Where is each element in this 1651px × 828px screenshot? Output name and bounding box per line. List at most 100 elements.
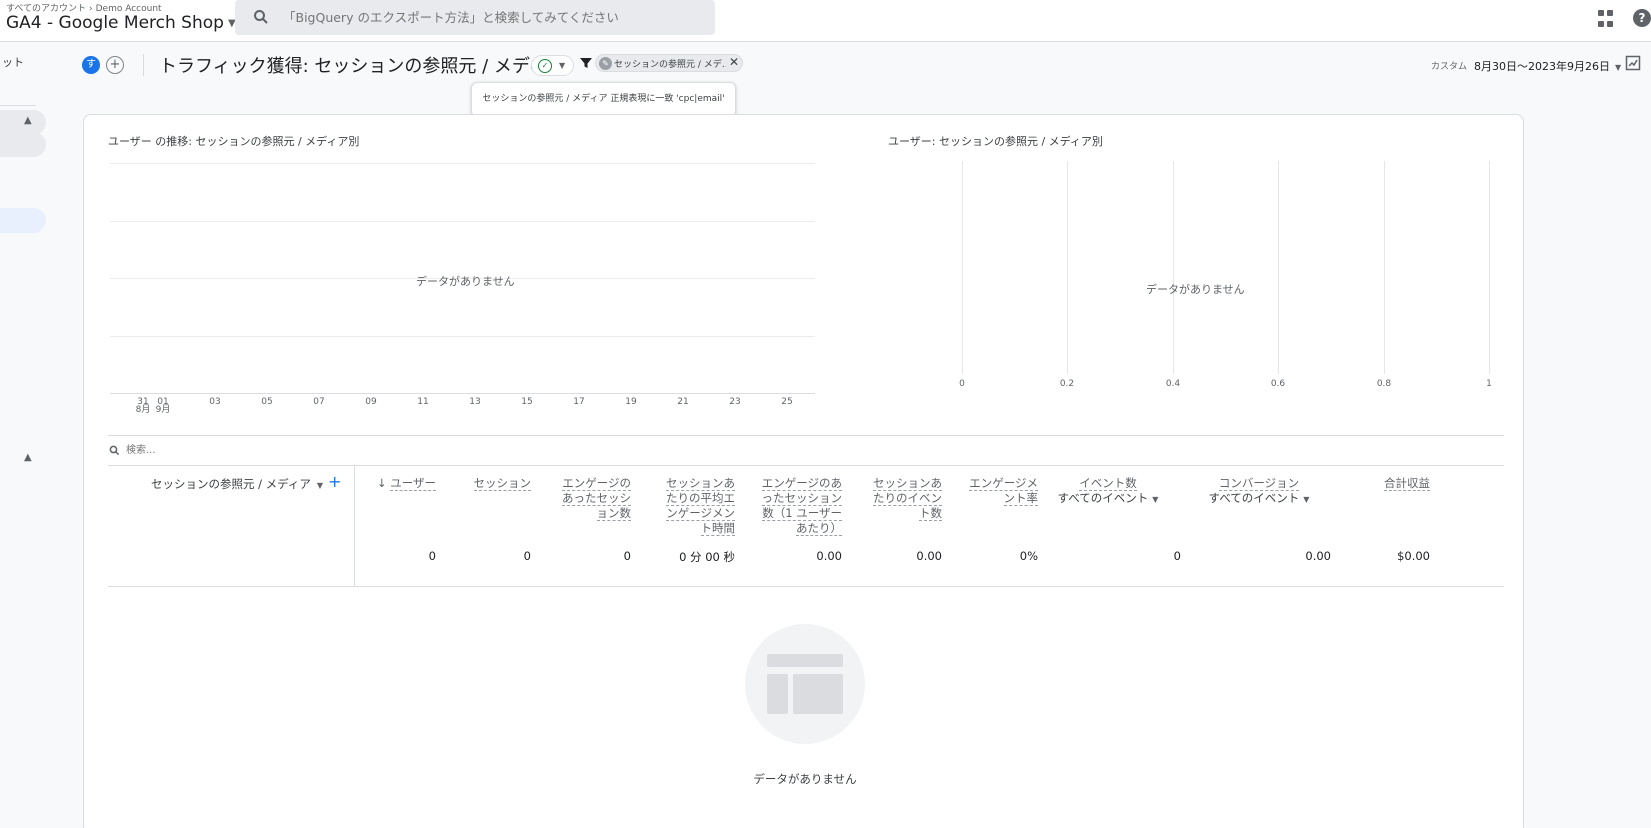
- chart-gridline: [110, 221, 815, 222]
- caret-down-icon: ▼: [1303, 495, 1310, 504]
- top-app-bar: すべてのアカウント › Demo Account GA4 - Google Merc…: [0, 0, 1651, 42]
- metric-header-event-count[interactable]: イベント数 すべてのイベント ▼: [1038, 476, 1178, 507]
- x-tick-label: 0.2: [1059, 379, 1075, 389]
- caret-down-icon: ▼: [559, 61, 566, 70]
- total-sessions: 0: [523, 549, 531, 563]
- comparison-avatar[interactable]: す: [82, 56, 100, 74]
- metric-header-engaged-sessions-per-user[interactable]: エンゲージのあ ったセッション 数（1 ユーザー あたり）: [735, 476, 842, 536]
- x-tick-label: 03: [209, 397, 221, 407]
- chart-gridline: [110, 336, 815, 337]
- filter-chip-label: セッションの参照元 / メデ…: [614, 60, 726, 70]
- x-tick-label: 07: [313, 397, 325, 407]
- search-icon: [109, 445, 120, 456]
- property-name: GA4 - Google Merch Shop: [6, 13, 224, 33]
- x-tick-label: 05: [261, 397, 273, 407]
- filter-tooltip: セッションの参照元 / メディア 正規表現に一致 'cpc|email': [471, 82, 736, 117]
- total-conversions: 0.00: [1305, 549, 1331, 563]
- date-range-value: 8月30日～2023年9月26日: [1474, 60, 1610, 73]
- metric-header-users[interactable]: ↓ ユーザー: [354, 476, 436, 491]
- x-tick-label: 19: [625, 397, 637, 407]
- customize-report-icon[interactable]: [1625, 55, 1641, 71]
- report-card: ユーザー の推移: セッションの参照元 / メディア別 データがありません 31…: [83, 114, 1524, 828]
- search-input[interactable]: [283, 0, 703, 35]
- apps-grid-icon[interactable]: [1598, 10, 1616, 28]
- check-circle-icon: ✓: [538, 59, 552, 73]
- bar-chart-gridline: [1489, 161, 1490, 374]
- chart-gridline: [110, 163, 815, 164]
- total-event-count: 0: [1173, 549, 1181, 563]
- x-tick-label: 11: [417, 397, 429, 407]
- filter-edit-icon[interactable]: ✎: [599, 57, 612, 70]
- caret-down-icon: ▼: [1615, 63, 1622, 72]
- x-tick-label: 1: [1486, 379, 1492, 389]
- metric-header-engaged-sessions[interactable]: エンゲージの あったセッシ ョン数: [531, 476, 631, 521]
- bar-chart-gridline: [962, 161, 963, 374]
- x-tick-label: 0.4: [1165, 379, 1181, 389]
- conversion-filter-selector[interactable]: すべてのイベント ▼: [1209, 491, 1310, 505]
- dimension-column-header[interactable]: セッションの参照元 / メディア ▼: [151, 476, 323, 492]
- bar-chart-title: ユーザー: セッションの参照元 / メディア別: [888, 135, 1103, 148]
- filter-icon: [580, 58, 592, 68]
- date-range-picker[interactable]: 8月30日～2023年9月26日 ▼: [1474, 58, 1621, 74]
- left-nav: ット ▲ ▲: [0, 42, 46, 828]
- total-events-per-session: 0.00: [916, 549, 942, 563]
- x-tick-label: 13: [469, 397, 481, 407]
- metric-header-conversions[interactable]: コンバージョン すべてのイベント ▼: [1184, 476, 1334, 507]
- global-search[interactable]: [235, 0, 715, 35]
- header-divider: [143, 54, 144, 76]
- chevron-up-icon: ▲: [24, 115, 32, 126]
- property-selector[interactable]: GA4 - Google Merch Shop ▼: [6, 13, 236, 33]
- x-tick-label: 0: [959, 379, 965, 389]
- total-engaged-sessions-per-user: 0.00: [816, 549, 842, 563]
- help-icon[interactable]: ?: [1633, 9, 1651, 27]
- bar-chart-gridline: [1067, 161, 1068, 374]
- x-tick-label: 0.6: [1270, 379, 1286, 389]
- metric-header-total-revenue[interactable]: 合計収益: [1334, 476, 1430, 491]
- bar-chart-gridline: [1278, 161, 1279, 374]
- add-dimension-button[interactable]: +: [328, 472, 341, 491]
- x-tick-label: 21: [677, 397, 689, 407]
- x-tick-label: 25: [781, 397, 793, 407]
- metric-header-avg-engagement-time[interactable]: セッションあ たりの平均エ ンゲージメン ト時間: [631, 476, 735, 536]
- dimension-header-label: セッションの参照元 / メディア: [151, 477, 311, 491]
- caret-down-icon: ▼: [316, 481, 324, 490]
- nav-label-fragment[interactable]: ット: [2, 54, 24, 70]
- nav-item[interactable]: [0, 132, 46, 157]
- x-tick-label: 0.8: [1376, 379, 1392, 389]
- close-icon[interactable]: ✕: [729, 55, 739, 69]
- add-comparison-icon[interactable]: +: [106, 56, 124, 74]
- total-engagement-rate: 0%: [1019, 549, 1038, 563]
- chart-axis: [110, 393, 815, 394]
- x-tick-label: 09: [365, 397, 377, 407]
- report-header: す + トラフィック獲得: セッションの参照元 / メディア ✓ ▼ ✎ セッシ…: [80, 49, 1651, 83]
- metric-header-engagement-rate[interactable]: エンゲージメ ント率: [942, 476, 1038, 506]
- chevron-up-icon[interactable]: ▲: [24, 452, 32, 463]
- filter-chip[interactable]: ✎ セッションの参照元 / メデ… ✕: [595, 54, 743, 72]
- search-icon: [254, 10, 268, 24]
- bar-chart-gridline: [1173, 161, 1174, 374]
- x-tick-label: 17: [573, 397, 585, 407]
- nav-divider: [0, 105, 36, 106]
- total-engaged-sessions: 0: [623, 549, 631, 563]
- table-search-divider: [108, 435, 1504, 436]
- table-search-input[interactable]: [126, 440, 426, 460]
- line-chart-title: ユーザー の推移: セッションの参照元 / メディア別: [108, 135, 360, 148]
- empty-table-icon: [745, 624, 865, 744]
- table-bottom-divider: [108, 586, 1504, 587]
- table-header-divider: [108, 465, 1504, 466]
- total-avg-engagement-time: 0 分 00 秒: [679, 550, 735, 564]
- bar-chart-gridline: [1384, 161, 1385, 374]
- event-filter-selector[interactable]: すべてのイベント ▼: [1058, 491, 1159, 505]
- data-quality-status[interactable]: ✓ ▼: [531, 55, 574, 76]
- ga4-report-page: すべてのアカウント › Demo Account GA4 - Google Merc…: [0, 0, 1651, 828]
- nav-item-selected[interactable]: [0, 208, 46, 233]
- sort-descending-icon: ↓: [376, 476, 387, 490]
- metric-header-sessions[interactable]: セッション: [436, 476, 531, 491]
- table-empty-text: データがありません: [753, 772, 857, 786]
- line-chart-empty-text: データがありません: [416, 275, 515, 288]
- month-label: 8月: [135, 405, 151, 415]
- report-title: トラフィック獲得: セッションの参照元 / メディア: [159, 56, 565, 77]
- x-tick-label: 15: [521, 397, 533, 407]
- date-range-label: カスタム: [1431, 62, 1468, 72]
- metric-header-events-per-session[interactable]: セッションあ たりのイベン ト数: [842, 476, 942, 521]
